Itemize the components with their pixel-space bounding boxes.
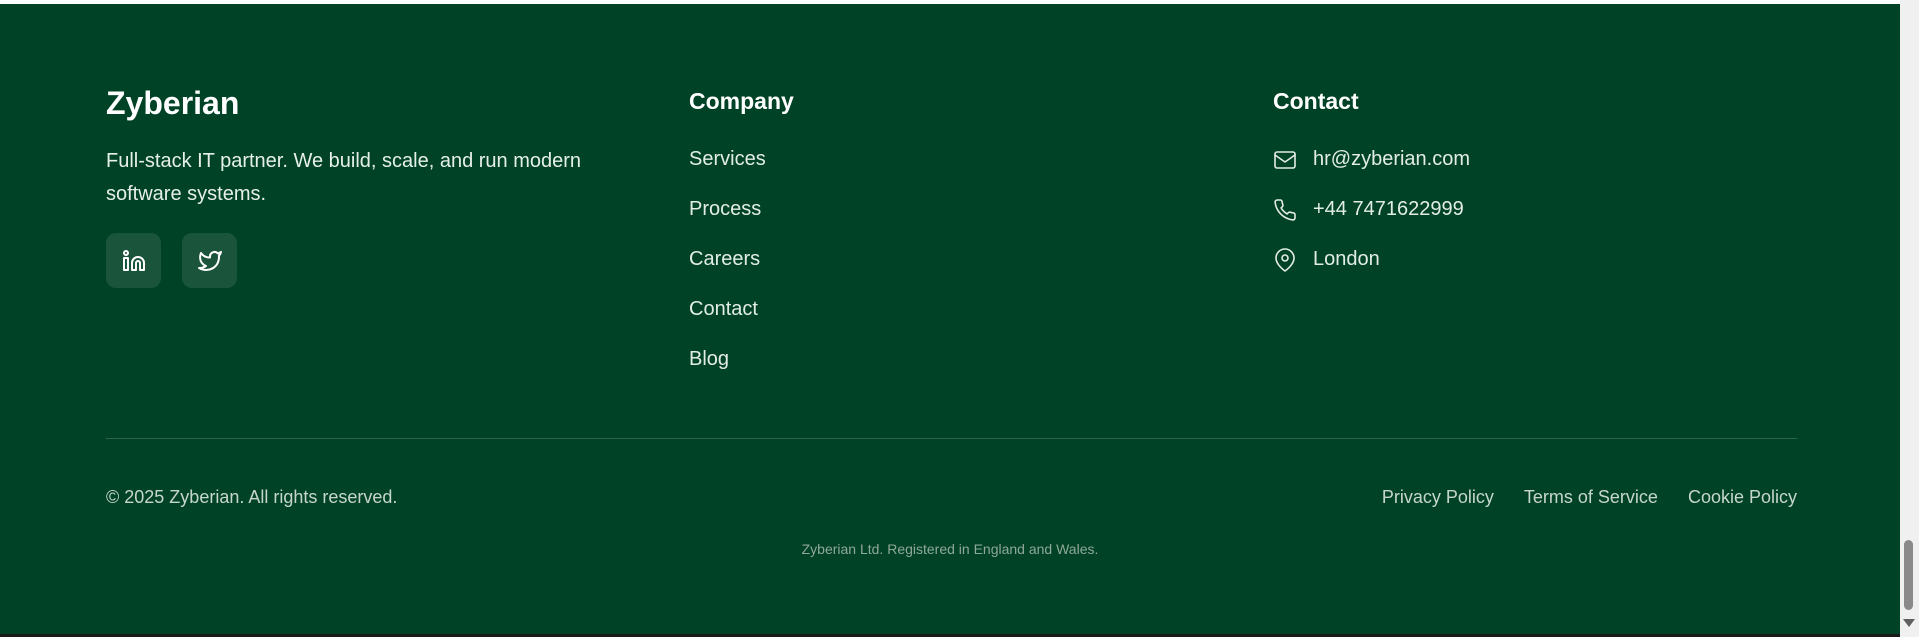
contact-item-phone[interactable]: +44 7471622999 — [1273, 198, 1470, 248]
company-link-contact[interactable]: Contact — [689, 298, 794, 348]
contact-item-location: London — [1273, 248, 1470, 298]
contact-heading: Contact — [1273, 88, 1359, 114]
company-link-services[interactable]: Services — [689, 148, 794, 198]
company-heading: Company — [689, 88, 794, 114]
cookie-policy-link[interactable]: Cookie Policy — [1688, 487, 1797, 508]
contact-email-text: hr@zyberian.com — [1313, 148, 1471, 170]
footer-divider — [106, 438, 1797, 439]
company-link-careers[interactable]: Careers — [689, 248, 794, 298]
brand-description: Full-stack IT partner. We build, scale, … — [106, 150, 582, 206]
mail-icon — [1274, 151, 1296, 169]
linkedin-icon — [122, 249, 145, 271]
brand-column: Zyberian Full-stack IT partner. We build… — [106, 85, 626, 211]
scrollbar-thumb[interactable] — [1904, 540, 1913, 610]
contact-phone-text: +44 7471622999 — [1313, 198, 1464, 220]
scroll-down-arrow-icon[interactable] — [1903, 619, 1915, 627]
company-column: Company Services Process Careers Contact… — [689, 90, 794, 398]
page-viewport: Zyberian Full-stack IT partner. We build… — [0, 0, 1919, 637]
copyright-text: © 2025 Zyberian. All rights reserved. — [106, 487, 398, 507]
social-links — [106, 233, 237, 288]
company-link-blog[interactable]: Blog — [689, 348, 794, 398]
brand-name: Zyberian — [106, 85, 240, 121]
contact-list: hr@zyberian.com +44 7471622999 London — [1273, 148, 1470, 298]
twitter-button[interactable] — [182, 233, 237, 288]
contact-column: Contact hr@zyberian.com +44 7471622999 L… — [1273, 90, 1470, 298]
registration-text: Zyberian Ltd. Registered in England and … — [801, 541, 1099, 557]
terms-of-service-link[interactable]: Terms of Service — [1524, 487, 1658, 508]
linkedin-button[interactable] — [106, 233, 161, 288]
twitter-icon — [197, 250, 222, 271]
contact-item-email[interactable]: hr@zyberian.com — [1273, 148, 1470, 198]
privacy-policy-link[interactable]: Privacy Policy — [1382, 487, 1494, 508]
legal-links: Privacy Policy Terms of Service Cookie P… — [1382, 487, 1797, 508]
company-links: Services Process Careers Contact Blog — [689, 148, 794, 398]
company-link-process[interactable]: Process — [689, 198, 794, 248]
contact-location-text: London — [1313, 248, 1380, 270]
map-pin-icon — [1275, 248, 1295, 272]
site-footer: Zyberian Full-stack IT partner. We build… — [0, 4, 1900, 634]
phone-icon — [1274, 199, 1296, 221]
